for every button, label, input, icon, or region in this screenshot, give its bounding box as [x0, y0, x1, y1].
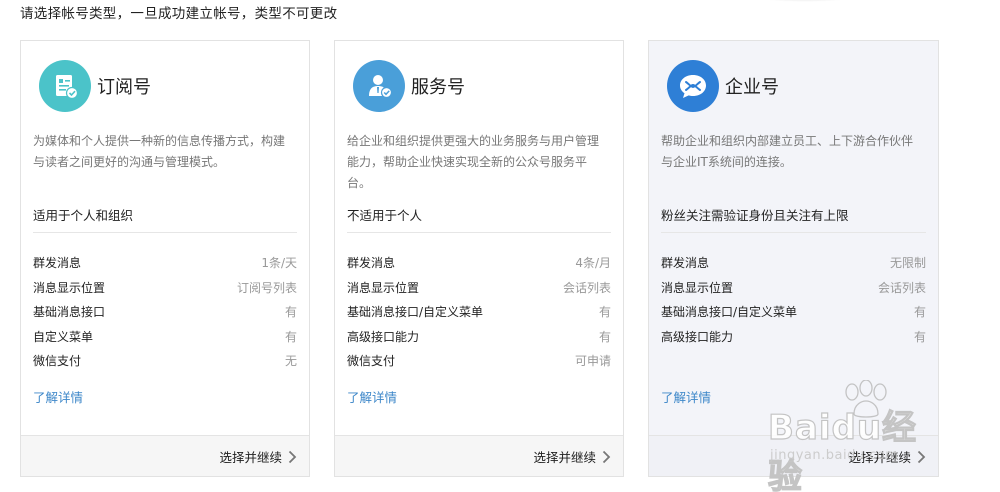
card-description: 为媒体和个人提供一种新的信息传播方式，构建与读者之间更好的沟通与管理模式。 — [33, 134, 286, 169]
feature-row: 微信支付 可申请 — [347, 349, 611, 374]
feature-name: 微信支付 — [33, 354, 82, 368]
chevron-right-icon — [602, 450, 611, 463]
feature-name: 群发消息 — [33, 256, 82, 270]
card-service: 服务号 给企业和组织提供更强大的业务服务与用户管理能力，帮助企业快速实现全新的公… — [334, 40, 624, 477]
card-header: 服务号 — [353, 60, 465, 112]
feature-row: 基础消息接口/自定义菜单 有 — [347, 300, 611, 325]
learn-more-link[interactable]: 了解详情 — [661, 387, 711, 406]
account-type-page: 请选择帐号类型，一旦成功建立帐号，类型不可更改 订阅号 为媒体和个人提供一种新的… — [0, 0, 1000, 492]
feature-row: 群发消息 4条/月 — [347, 251, 611, 276]
learn-more-link[interactable]: 了解详情 — [347, 387, 397, 406]
feature-name: 消息显示位置 — [347, 280, 420, 295]
card-title: 企业号 — [725, 77, 779, 98]
feature-list: 群发消息 4条/月 消息显示位置 会话列表 基础消息接口/自定义菜单 有 高级接… — [347, 251, 611, 374]
feature-name: 基础消息接口/自定义菜单 — [347, 305, 484, 319]
select-continue-label: 选择并继续 — [848, 450, 911, 465]
feature-name: 群发消息 — [347, 256, 396, 270]
card-suitability: 适用于个人和组织 — [33, 205, 297, 233]
select-continue-button[interactable]: 选择并继续 — [219, 447, 297, 466]
feature-value: 会话列表 — [877, 280, 926, 295]
feature-value: 有 — [284, 305, 297, 319]
card-subscription: 订阅号 为媒体和个人提供一种新的信息传播方式，构建与读者之间更好的沟通与管理模式… — [20, 40, 310, 477]
select-continue-label: 选择并继续 — [219, 450, 282, 465]
card-description: 帮助企业和组织内部建立员工、上下游合作伙伴与企业IT系统间的连接。 — [661, 134, 914, 169]
feature-value: 会话列表 — [562, 280, 611, 295]
feature-row: 基础消息接口 有 — [33, 300, 297, 325]
card-header: 订阅号 — [39, 60, 151, 112]
feature-row: 群发消息 无限制 — [661, 251, 926, 276]
feature-value: 4条/月 — [575, 256, 611, 270]
feature-name: 高级接口能力 — [661, 329, 734, 344]
card-title: 服务号 — [411, 77, 465, 98]
feature-row: 群发消息 1条/天 — [33, 251, 297, 276]
learn-more-link[interactable]: 了解详情 — [33, 387, 83, 406]
select-continue-button[interactable]: 选择并继续 — [533, 447, 611, 466]
service-person-icon — [353, 60, 405, 112]
feature-name: 基础消息接口 — [33, 305, 106, 319]
feature-value: 无限制 — [889, 256, 926, 270]
feature-name: 消息显示位置 — [33, 280, 106, 295]
feature-row: 消息显示位置 会话列表 — [347, 276, 611, 301]
feature-row: 微信支付 无 — [33, 349, 297, 374]
feature-row: 高级接口能力 有 — [661, 325, 926, 350]
card-title: 订阅号 — [97, 77, 151, 98]
card-description: 给企业和组织提供更强大的业务服务与用户管理能力，帮助企业快速实现全新的公众号服务… — [347, 134, 600, 190]
feature-value: 有 — [598, 329, 611, 344]
feature-value: 有 — [284, 329, 297, 344]
card-footer: 选择并继续 — [649, 435, 938, 476]
feature-name: 自定义菜单 — [33, 329, 94, 344]
card-footer: 选择并继续 — [335, 435, 623, 476]
feature-value: 可申请 — [574, 354, 611, 368]
feature-value: 无 — [284, 354, 297, 368]
feature-value: 有 — [598, 305, 611, 319]
select-continue-label: 选择并继续 — [533, 450, 596, 465]
feature-name: 消息显示位置 — [661, 280, 734, 295]
page-instruction: 请选择帐号类型，一旦成功建立帐号，类型不可更改 — [20, 6, 338, 22]
feature-list: 群发消息 无限制 消息显示位置 会话列表 基础消息接口/自定义菜单 有 高级接口… — [661, 251, 926, 349]
feature-value: 有 — [913, 305, 926, 319]
feature-name: 微信支付 — [347, 354, 396, 368]
feature-name: 群发消息 — [661, 256, 710, 270]
card-suitability: 不适用于个人 — [347, 205, 611, 233]
feature-name: 高级接口能力 — [347, 329, 420, 344]
feature-value: 1条/天 — [261, 256, 297, 270]
enterprise-bubble-icon — [667, 60, 719, 112]
feature-row: 自定义菜单 有 — [33, 325, 297, 350]
feature-list: 群发消息 1条/天 消息显示位置 订阅号列表 基础消息接口 有 自定义菜单 有 … — [33, 251, 297, 374]
top-shadow-decoration — [745, 0, 865, 2]
subscription-doc-icon — [39, 60, 91, 112]
feature-row: 高级接口能力 有 — [347, 325, 611, 350]
feature-value: 订阅号列表 — [236, 280, 297, 295]
feature-row: 基础消息接口/自定义菜单 有 — [661, 300, 926, 325]
chevron-right-icon — [288, 450, 297, 463]
feature-value: 有 — [913, 329, 926, 344]
card-header: 企业号 — [667, 60, 779, 112]
chevron-right-icon — [917, 450, 926, 463]
feature-row: 消息显示位置 订阅号列表 — [33, 276, 297, 301]
card-enterprise: 企业号 帮助企业和组织内部建立员工、上下游合作伙伴与企业IT系统间的连接。 粉丝… — [648, 40, 939, 477]
select-continue-button[interactable]: 选择并继续 — [848, 447, 926, 466]
feature-row: 消息显示位置 会话列表 — [661, 276, 926, 301]
card-suitability: 粉丝关注需验证身份且关注有上限 — [661, 205, 926, 233]
feature-name: 基础消息接口/自定义菜单 — [661, 305, 798, 319]
card-footer: 选择并继续 — [21, 435, 309, 476]
